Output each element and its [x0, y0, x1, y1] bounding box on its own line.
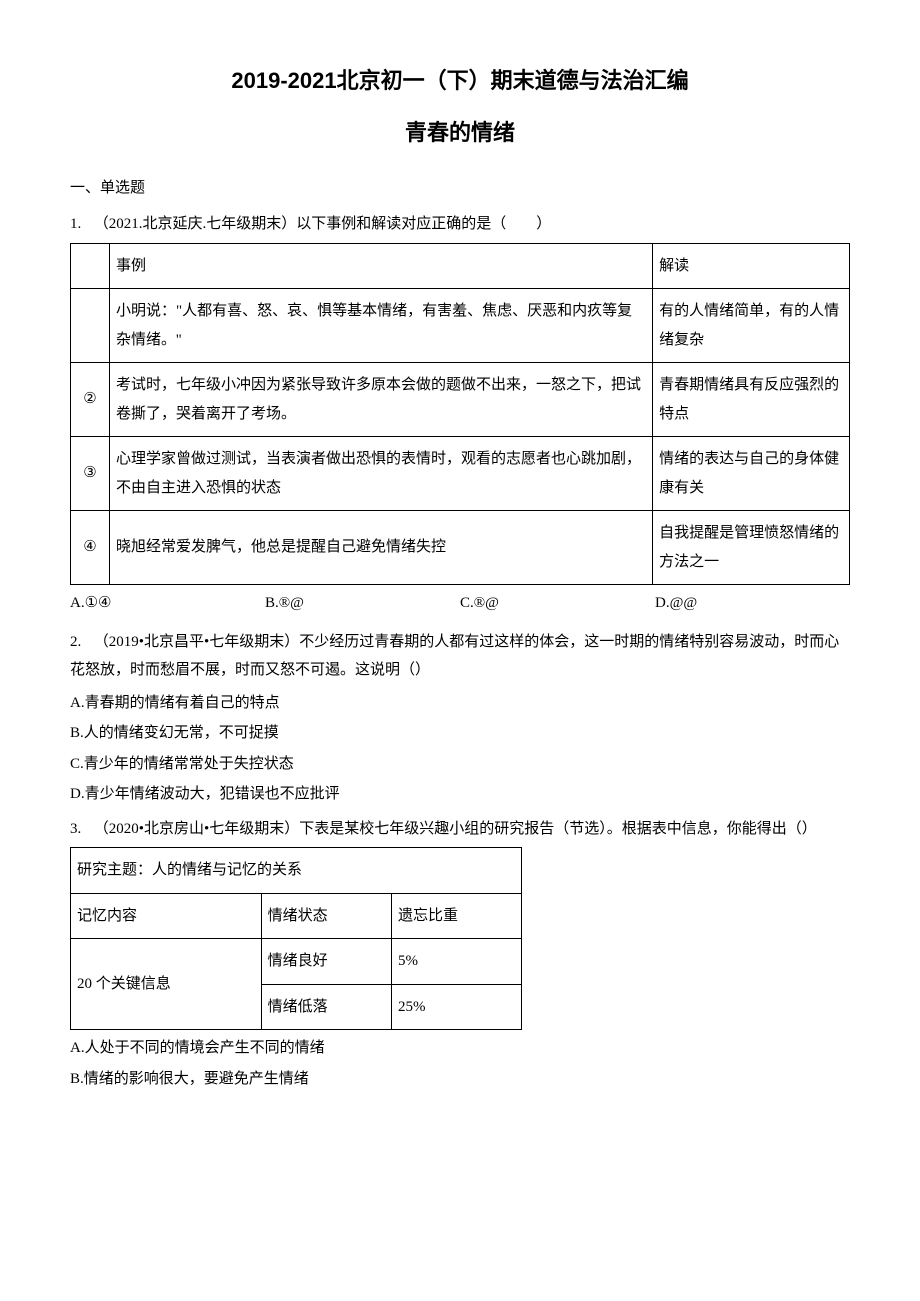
q2-stem: 2. （2019•北京昌平•七年级期末）不少经历过青春期的人都有过这样的体会，这… [70, 628, 850, 685]
q3-number: 3. [70, 815, 90, 844]
idx-cell [71, 289, 110, 363]
header-case: 事例 [110, 243, 653, 289]
content-cell: 25% [392, 984, 522, 1030]
table-row: 事例 解读 [71, 243, 850, 289]
idx-cell: ② [71, 363, 110, 437]
q2-number: 2. [70, 628, 90, 657]
page-subtitle: 青春的情绪 [70, 112, 850, 154]
case-cell: 小明说："人都有喜、怒、哀、惧等基本情绪，有害羞、焦虑、厌恶和内疚等复杂情绪。'… [110, 289, 653, 363]
read-cell: 有的人情绪简单，有的人情绪复杂 [653, 289, 850, 363]
read-cell: 情绪的表达与自己的身体健康有关 [653, 437, 850, 511]
table-row: ② 考试时，七年级小冲因为紧张导致许多原本会做的题做不出来，一怒之下，把试卷撕了… [71, 363, 850, 437]
option-d: D.青少年情绪波动大，犯错误也不应批评 [70, 780, 850, 809]
header-read: 解读 [653, 243, 850, 289]
q1-table: 事例 解读 小明说："人都有喜、怒、哀、惧等基本情绪，有害羞、焦虑、厌恶和内疚等… [70, 243, 850, 586]
page-title: 2019-2021北京初一（下）期末道德与法治汇编 [70, 60, 850, 102]
q3-table: 研究主题：人的情绪与记忆的关系 记忆内容 情绪状态 遗忘比重 20 个关键信息 … [70, 847, 522, 1030]
header-cell: 遗忘比重 [392, 893, 522, 939]
q1-stem: 1. （2021.北京延庆.七年级期末）以下事例和解读对应正确的是（ ） [70, 210, 850, 239]
q1-number: 1. [70, 210, 90, 239]
table-row: 记忆内容 情绪状态 遗忘比重 [71, 893, 522, 939]
read-cell: 自我提醒是管理愤怒情绪的方法之一 [653, 511, 850, 585]
option-c: C.®@ [460, 589, 655, 618]
header-cell: 记忆内容 [71, 893, 262, 939]
content-cell: 5% [392, 939, 522, 985]
case-cell: 心理学家曾做过测试，当表演者做出恐惧的表情时，观看的志愿者也心跳加剧，不由自主进… [110, 437, 653, 511]
header-cell: 情绪状态 [261, 893, 391, 939]
option-b: B.情绪的影响很大，要避免产生情绪 [70, 1065, 850, 1094]
q1-text: （2021.北京延庆.七年级期末）以下事例和解读对应正确的是（ ） [94, 216, 552, 232]
read-cell: 青春期情绪具有反应强烈的特点 [653, 363, 850, 437]
section-header: 一、单选题 [70, 174, 850, 203]
q3-stem: 3. （2020•北京房山•七年级期末）下表是某校七年级兴趣小组的研究报告（节选… [70, 815, 850, 844]
idx-cell: ④ [71, 511, 110, 585]
option-a: A.青春期的情绪有着自己的特点 [70, 689, 850, 718]
case-cell: 考试时，七年级小冲因为紧张导致许多原本会做的题做不出来，一怒之下，把试卷撕了，哭… [110, 363, 653, 437]
option-a: A.①④ [70, 589, 265, 618]
q1-options: A.①④ B.®@ C.®@ D.@@ [70, 589, 850, 618]
idx-cell: ③ [71, 437, 110, 511]
content-cell: 情绪良好 [261, 939, 391, 985]
option-d: D.@@ [655, 589, 850, 618]
option-c: C.青少年的情绪常常处于失控状态 [70, 750, 850, 779]
content-cell: 20 个关键信息 [71, 939, 262, 1030]
q3-text: （2020•北京房山•七年级期末）下表是某校七年级兴趣小组的研究报告（节选）。根… [94, 821, 817, 837]
table-title: 研究主题：人的情绪与记忆的关系 [71, 848, 522, 894]
idx-cell [71, 243, 110, 289]
table-row: 20 个关键信息 情绪良好 5% [71, 939, 522, 985]
table-row: 研究主题：人的情绪与记忆的关系 [71, 848, 522, 894]
option-b: B.人的情绪变幻无常，不可捉摸 [70, 719, 850, 748]
case-cell: 晓旭经常爱发脾气，他总是提醒自己避免情绪失控 [110, 511, 653, 585]
option-b: B.®@ [265, 589, 460, 618]
content-cell: 情绪低落 [261, 984, 391, 1030]
q2-text: （2019•北京昌平•七年级期末）不少经历过青春期的人都有过这样的体会，这一时期… [70, 634, 839, 679]
table-row: 小明说："人都有喜、怒、哀、惧等基本情绪，有害羞、焦虑、厌恶和内疚等复杂情绪。'… [71, 289, 850, 363]
option-a: A.人处于不同的情境会产生不同的情绪 [70, 1034, 850, 1063]
table-row: ③ 心理学家曾做过测试，当表演者做出恐惧的表情时，观看的志愿者也心跳加剧，不由自… [71, 437, 850, 511]
table-row: ④ 晓旭经常爱发脾气，他总是提醒自己避免情绪失控 自我提醒是管理愤怒情绪的方法之… [71, 511, 850, 585]
